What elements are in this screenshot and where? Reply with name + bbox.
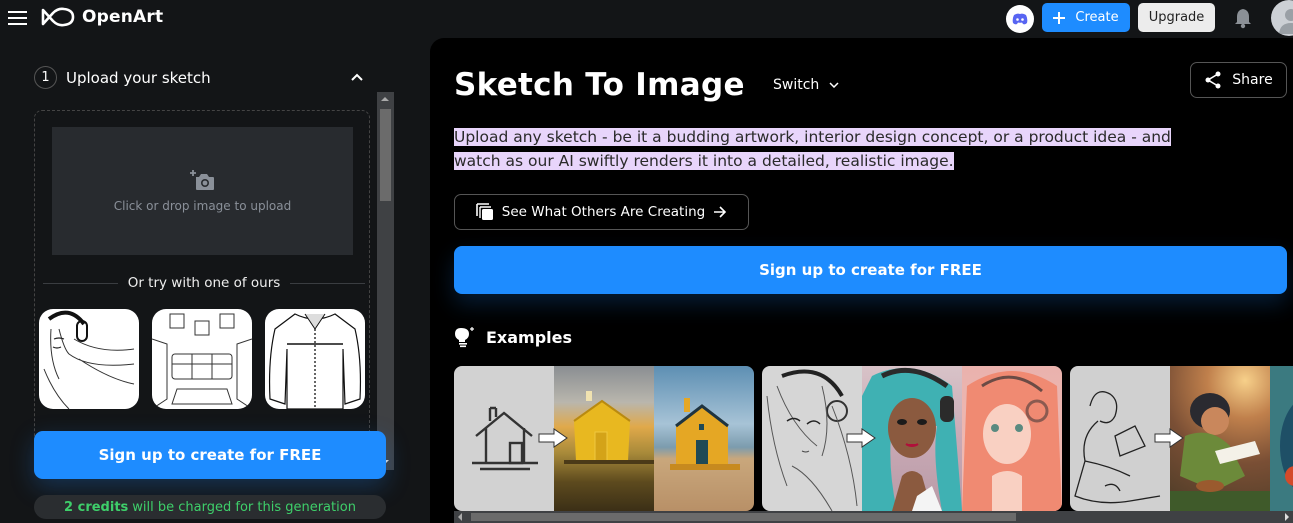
dropzone-text: Click or drop image to upload bbox=[113, 199, 292, 213]
jacket-sketch-image bbox=[268, 313, 362, 409]
house-result-2-pane bbox=[654, 366, 754, 511]
image-dropzone[interactable]: Click or drop image to upload bbox=[52, 127, 353, 255]
sample-sketch-living-room[interactable] bbox=[152, 309, 252, 409]
main-panel: Sketch To Image Switch Share Upload any … bbox=[430, 38, 1293, 523]
switch-label: Switch bbox=[773, 77, 820, 93]
sample-sketch-jacket[interactable] bbox=[265, 309, 365, 409]
sample-sketch-anime-girl[interactable] bbox=[39, 309, 139, 409]
create-label: Create bbox=[1075, 10, 1119, 25]
step-number: 1 bbox=[34, 66, 57, 89]
examples-title: Examples bbox=[486, 327, 573, 347]
reading-boy-render-image bbox=[1170, 393, 1270, 511]
scrollbar-thumb[interactable] bbox=[471, 513, 1016, 521]
yellow-house-lake-image bbox=[564, 391, 654, 464]
create-button[interactable]: Create bbox=[1042, 3, 1130, 32]
see-others-button[interactable]: See What Others Are Creating bbox=[454, 194, 749, 230]
see-others-label: See What Others Are Creating bbox=[501, 204, 706, 220]
credits-notice: 2 credits will be charged for this gener… bbox=[34, 495, 386, 519]
discord-icon bbox=[1012, 13, 1028, 25]
hamburger-icon[interactable] bbox=[8, 11, 27, 25]
share-label: Share bbox=[1232, 72, 1273, 88]
upload-frame: Click or drop image to upload Or try wit… bbox=[34, 110, 370, 440]
sample-sketches bbox=[39, 309, 365, 409]
add-photo-icon bbox=[189, 170, 214, 190]
divider-line bbox=[290, 282, 366, 284]
arrow-right-icon bbox=[714, 206, 727, 218]
yellow-house-beach-image bbox=[670, 398, 740, 470]
credits-count: 2 credits bbox=[64, 499, 129, 515]
openart-logo-icon bbox=[41, 7, 75, 27]
switch-dropdown[interactable]: Switch bbox=[773, 77, 839, 93]
lightbulb-icon bbox=[455, 327, 474, 348]
sidebar: 1 Upload your sketch Click or drop image… bbox=[0, 38, 430, 523]
scroll-left-arrow[interactable] bbox=[458, 513, 462, 521]
divider-line bbox=[43, 282, 118, 284]
main-signup-button[interactable]: Sign up to create for FREE bbox=[454, 246, 1287, 294]
logo[interactable]: OpenArt bbox=[40, 7, 163, 27]
samples-divider-text: Or try with one of ours bbox=[127, 275, 281, 291]
notifications-button[interactable] bbox=[1232, 7, 1254, 29]
sidebar-scrollbar[interactable] bbox=[377, 92, 394, 470]
share-icon bbox=[1205, 71, 1221, 89]
arrow-right-icon bbox=[846, 428, 876, 448]
discord-button[interactable] bbox=[1006, 5, 1034, 33]
anime-result-2-pane bbox=[962, 366, 1062, 511]
arrow-right-icon bbox=[1154, 428, 1184, 448]
examples-carousel bbox=[454, 366, 1293, 511]
scroll-right-arrow[interactable] bbox=[1285, 513, 1289, 521]
example-card-house[interactable] bbox=[454, 366, 754, 511]
scrollbar-thumb[interactable] bbox=[380, 109, 391, 201]
scroll-up-arrow[interactable] bbox=[381, 97, 389, 101]
user-avatar[interactable] bbox=[1271, 0, 1293, 36]
app-name: OpenArt bbox=[82, 7, 164, 27]
house-result-1-pane bbox=[554, 366, 654, 511]
bird-result-image bbox=[1280, 404, 1293, 488]
teal-hair-girl-image bbox=[862, 367, 962, 511]
arrow-right-icon bbox=[538, 428, 568, 448]
anime-girl-sketch-image bbox=[43, 310, 135, 409]
chevron-up-icon[interactable] bbox=[350, 72, 364, 82]
pink-hair-girl-image bbox=[962, 371, 1062, 511]
page-description: Upload any sketch - be it a budding artw… bbox=[454, 126, 1174, 173]
upgrade-button[interactable]: Upgrade bbox=[1138, 3, 1215, 32]
share-button[interactable]: Share bbox=[1190, 62, 1287, 98]
examples-scrollbar[interactable] bbox=[454, 511, 1293, 523]
sidebar-signup-button[interactable]: Sign up to create for FREE bbox=[34, 431, 386, 479]
top-bar: OpenArt Create Upgrade bbox=[0, 0, 1293, 38]
copy-stack-icon bbox=[475, 203, 493, 220]
user-avatar-icon bbox=[1279, 9, 1293, 34]
credits-text: will be charged for this generation bbox=[132, 499, 356, 515]
chevron-down-icon bbox=[829, 82, 839, 88]
bell-icon bbox=[1235, 9, 1251, 29]
example-card-anime-girl[interactable] bbox=[762, 366, 1062, 511]
anime-result-1-pane bbox=[862, 366, 962, 511]
plus-icon bbox=[1053, 11, 1066, 24]
page-title: Sketch To Image bbox=[454, 67, 745, 103]
samples-divider: Or try with one of ours bbox=[43, 275, 366, 291]
boy-result-1-pane bbox=[1170, 366, 1270, 511]
upload-section-header[interactable]: 1 Upload your sketch bbox=[34, 66, 211, 89]
examples-header: Examples bbox=[454, 326, 572, 348]
example-card-reading-boy[interactable] bbox=[1070, 366, 1293, 511]
section-title: Upload your sketch bbox=[66, 68, 211, 87]
living-room-sketch-image bbox=[152, 313, 252, 409]
description-text: Upload any sketch - be it a budding artw… bbox=[454, 128, 1171, 170]
boy-result-2-pane bbox=[1270, 366, 1293, 511]
